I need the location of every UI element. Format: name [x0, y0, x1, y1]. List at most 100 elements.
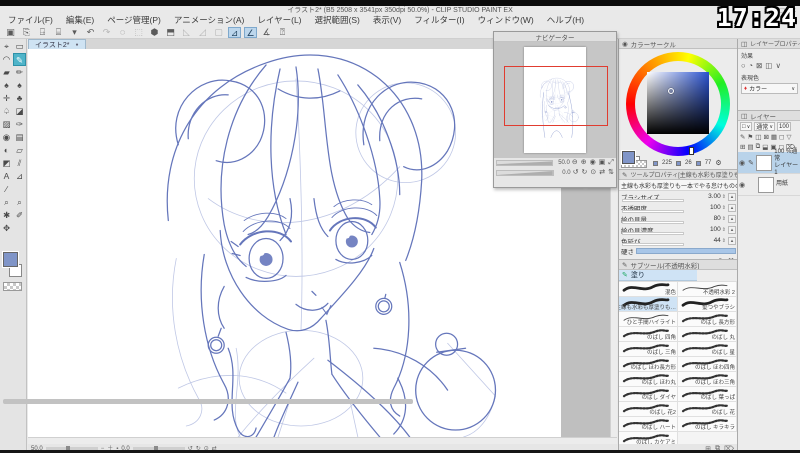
layer-toolbar-icon-a4[interactable]: ▦: [771, 133, 777, 141]
navigator-zoom-icon-1[interactable]: ⊕: [581, 159, 587, 167]
redo-icon[interactable]: ↷: [100, 27, 113, 38]
brush-item-3[interactable]: 髪つやブラシ: [678, 297, 737, 312]
lasso-tool[interactable]: ◠: [0, 53, 13, 66]
brush-item-15[interactable]: のばし 葉っぱ: [678, 387, 737, 402]
brush-item-7[interactable]: のばし 丸: [678, 327, 737, 342]
gradient-tool[interactable]: ◐: [0, 144, 13, 157]
layer-toolbar-icon-a1[interactable]: ⚑: [747, 133, 753, 141]
menu-item-5[interactable]: 選択範囲(S): [315, 14, 360, 26]
slider-spinner-icon[interactable]: ⇕: [722, 194, 726, 200]
effect-icon-2[interactable]: ⊠: [756, 61, 762, 70]
navigator-zoom-icon-4[interactable]: ⤢: [608, 159, 614, 167]
slider-spinner-icon[interactable]: ⇕: [722, 216, 726, 222]
layer-thumbnail[interactable]: [756, 154, 773, 171]
brush-item-11[interactable]: のばし ほわ四角: [678, 357, 737, 372]
effect-icon-1[interactable]: ◔: [749, 61, 754, 70]
watercolor-tool[interactable]: ♠: [13, 79, 26, 92]
brush-item-0[interactable]: 混色: [619, 282, 678, 297]
navigator-zoom-icon-0[interactable]: ⊖: [572, 159, 578, 167]
zoom-tool[interactable]: ⌕: [0, 196, 13, 209]
correct-line-tool[interactable]: [13, 183, 26, 196]
layer-row-0[interactable]: ◉ ✎ 100 %通常 レイヤー 1: [738, 149, 800, 176]
navigator-title[interactable]: ナビゲーター: [494, 32, 616, 42]
open-file-icon[interactable]: ⍈: [36, 27, 49, 38]
slider-spinner-icon[interactable]: ⇕: [722, 205, 726, 211]
layer-toolbar-icon-a5[interactable]: ◻: [779, 133, 784, 141]
frame-icon[interactable]: ⬒: [164, 27, 177, 38]
marquee-tool[interactable]: ▭: [13, 40, 26, 53]
navigator-rotate-icon-2[interactable]: ⊙: [590, 169, 596, 177]
marker-tool[interactable]: ▰: [0, 66, 13, 79]
slider-dynamics-button[interactable]: ▴: [728, 192, 736, 201]
subtool-group-fill[interactable]: ✎ 塗り: [619, 270, 697, 281]
menu-item-4[interactable]: レイヤー(L): [257, 14, 301, 26]
menu-item-7[interactable]: フィルター(I): [414, 14, 464, 26]
snap-ruler-icon[interactable]: ⊿: [228, 26, 241, 38]
menu-item-2[interactable]: ページ管理(P): [107, 14, 161, 26]
layer-palette-dropdown[interactable]: □ ∨: [740, 122, 753, 131]
brush-item-10[interactable]: のばし ほわ長方形: [619, 357, 678, 372]
layer-property-tab[interactable]: レイヤープロパティ: [750, 39, 800, 48]
canvas-tab[interactable]: イラスト2* ●: [28, 39, 86, 49]
effect-icon-3[interactable]: ◫: [765, 61, 772, 70]
layer-visibility-eye-icon[interactable]: ◉: [739, 181, 747, 189]
slider-dynamics-button[interactable]: ▴: [728, 214, 736, 223]
canvas-paper[interactable]: [28, 49, 561, 437]
brush-item-2[interactable]: 主線も水彩も厚塗りも…: [619, 297, 678, 312]
effect-icon-4[interactable]: ∨: [775, 61, 781, 70]
brush-item-9[interactable]: のばし 星: [678, 342, 737, 357]
brush-tool[interactable]: ♠: [0, 79, 13, 92]
new-file-icon[interactable]: ⎘: [20, 27, 33, 38]
navigator-zoom-icon-3[interactable]: ▣: [599, 159, 606, 167]
decoration-tool[interactable]: ✛: [0, 92, 13, 105]
layer-thumbnail[interactable]: [758, 176, 774, 193]
frameborder-tool[interactable]: ◩: [0, 157, 13, 170]
saturation-value-square[interactable]: [647, 72, 709, 134]
brush-item-20[interactable]: のばし カケアミ: [619, 432, 678, 444]
snap-grid-icon[interactable]: ∡: [260, 27, 273, 38]
blend-mode-dropdown[interactable]: 通常 ∨: [754, 122, 775, 131]
panel-menu-icon[interactable]: ◉: [622, 40, 628, 48]
figure-tool[interactable]: ▱: [13, 144, 26, 157]
subtool-tab[interactable]: サブツール[不透明水彩]: [630, 260, 699, 270]
brush-item-6[interactable]: のばし 四角: [619, 327, 678, 342]
hardness-slider[interactable]: [636, 248, 736, 254]
navigator-rotate-icon-3[interactable]: ⇄: [599, 169, 605, 177]
slider-dynamics-button[interactable]: ▴: [728, 225, 736, 234]
horizontal-scrollbar[interactable]: [28, 437, 617, 444]
brush-item-13[interactable]: のばし ほわ三角: [678, 372, 737, 387]
brush-item-4[interactable]: ひと手間ハイライト: [619, 312, 678, 327]
fill-tool[interactable]: ◉: [0, 131, 13, 144]
snap-gradient-icon[interactable]: ◿: [196, 27, 209, 38]
menu-item-8[interactable]: ウィンドウ(W): [478, 14, 534, 26]
eraser-tool[interactable]: ◪: [13, 105, 26, 118]
layer-toolbar-icon-a0[interactable]: ✎: [740, 133, 745, 141]
foreground-color-swatch[interactable]: [2, 251, 19, 268]
pencil-tool[interactable]: ✏: [13, 66, 26, 79]
navigator-rotation-slider[interactable]: [496, 170, 554, 176]
balloon-tool[interactable]: ⊿: [13, 170, 26, 183]
navigator-rotate-icon-4[interactable]: ⇅: [608, 169, 614, 177]
slider-spinner-icon[interactable]: ⇕: [722, 227, 726, 233]
text-tool[interactable]: A: [0, 170, 13, 183]
menu-item-1[interactable]: 編集(E): [66, 14, 94, 26]
menu-item-3[interactable]: アニメーション(A): [174, 14, 245, 26]
rotate-view-tool[interactable]: ⌕: [13, 196, 26, 209]
brush-item-12[interactable]: のばし ほわ丸: [619, 372, 678, 387]
effect-icon-0[interactable]: ○: [741, 61, 746, 70]
navigator-zoom-icon-2[interactable]: ◉: [590, 159, 596, 167]
layer-opacity-field[interactable]: 100: [776, 122, 791, 131]
horizontal-scrollbar-thumb[interactable]: [3, 399, 413, 404]
brush-item-19[interactable]: のばし キラキラ: [678, 417, 737, 432]
slider-track[interactable]: [622, 243, 684, 246]
undo-icon[interactable]: ↶: [84, 27, 97, 38]
slider-spinner-icon[interactable]: ⇕: [722, 238, 726, 244]
menu-item-0[interactable]: ファイル(F): [8, 14, 53, 26]
layer-toolbar-icon-a2[interactable]: ◫: [755, 133, 761, 141]
pattern-tool[interactable]: ▤: [13, 131, 26, 144]
layer-toolbar-icon-a6[interactable]: ▽: [786, 133, 791, 141]
airbrush-tool[interactable]: ♣: [13, 92, 26, 105]
brush-item-5[interactable]: のばし 長方形: [678, 312, 737, 327]
brush-item-16[interactable]: のばし 花2: [619, 402, 678, 417]
pen-tool[interactable]: ✎: [13, 53, 26, 66]
